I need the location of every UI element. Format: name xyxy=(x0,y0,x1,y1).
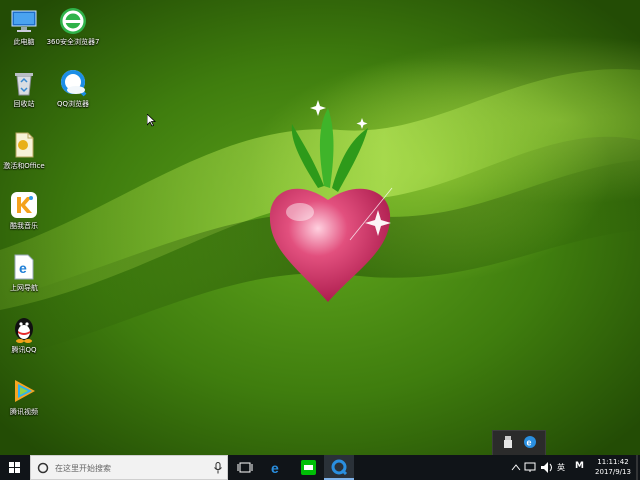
desktop-icon-qqbrowser[interactable]: QQ浏览器 xyxy=(44,68,102,109)
network-icon[interactable] xyxy=(524,455,536,480)
taskbar-edge[interactable]: e xyxy=(262,455,292,480)
taskbar-qq-browser[interactable] xyxy=(324,455,354,480)
desktop-icon-360browser[interactable]: 360安全浏览器7 xyxy=(44,6,102,47)
task-view-button[interactable] xyxy=(230,455,260,480)
svg-text:e: e xyxy=(19,260,27,276)
kuwo-music-icon xyxy=(11,192,37,218)
qq-browser-icon xyxy=(61,70,87,97)
desktop-icon-video[interactable]: 腾讯视频 xyxy=(0,376,53,417)
mouse-cursor-icon xyxy=(147,114,156,127)
start-button[interactable] xyxy=(0,455,30,480)
microphone-icon[interactable] xyxy=(213,462,223,474)
taskbar-search-box[interactable]: 在这里开始搜索 xyxy=(30,455,228,480)
volume-icon[interactable] xyxy=(540,455,554,480)
desktop-icon-label: 腾讯QQ xyxy=(11,346,37,354)
desktop-icon-label: 腾讯视频 xyxy=(10,408,38,416)
clock-time: 11:11:42 xyxy=(597,458,629,466)
tray-overflow-popup: e xyxy=(492,430,546,455)
desktop-icon-label: QQ浏览器 xyxy=(56,100,90,108)
desktop-icon-kuwo[interactable]: 酷我音乐 xyxy=(0,190,53,231)
desktop-icon-ie[interactable]: e 上网导航 xyxy=(0,252,53,293)
360-browser-icon xyxy=(60,8,86,34)
taskbar-clock[interactable]: 11:11:42 2017/9/13 xyxy=(591,457,635,477)
taskbar-iqiyi[interactable] xyxy=(293,455,323,480)
computer-icon xyxy=(11,10,37,32)
taskbar: 在这里开始搜索 e 英 M 11:11:42 2017/9/13 xyxy=(0,455,640,480)
svg-text:e: e xyxy=(527,438,532,448)
desktop-icon-qq[interactable]: 腾讯QQ xyxy=(0,314,53,355)
show-hidden-icons-chevron-icon[interactable] xyxy=(510,455,522,480)
radish-heart xyxy=(269,188,391,302)
search-placeholder: 在这里开始搜索 xyxy=(55,464,111,473)
ime-indicator[interactable]: M xyxy=(575,461,584,471)
tencent-video-icon xyxy=(15,380,35,402)
desktop: 此电脑 360安全浏览器7 回收站 QQ浏览器 激活和Office 酷我音乐 e… xyxy=(0,0,640,455)
svg-text:e: e xyxy=(271,460,279,476)
windows-logo-icon xyxy=(9,462,20,473)
clock-date: 2017/9/13 xyxy=(595,468,631,476)
browser-tray-icon[interactable]: e xyxy=(523,435,537,449)
recycle-bin-icon xyxy=(15,73,33,96)
iqiyi-icon xyxy=(301,460,316,475)
desktop-icon-office[interactable]: 激活和Office xyxy=(0,130,53,171)
qq-penguin-icon xyxy=(15,318,33,343)
input-language-indicator[interactable]: 英 xyxy=(557,462,565,473)
desktop-icon-label: 上网导航 xyxy=(10,284,38,292)
cortana-icon xyxy=(37,462,49,474)
show-desktop-button[interactable] xyxy=(636,455,640,480)
edge-icon: e xyxy=(271,460,279,476)
usb-device-icon[interactable] xyxy=(501,435,515,449)
ie-browser-icon: e xyxy=(14,254,34,280)
qq-browser-icon xyxy=(331,459,348,476)
desktop-icon-label: 360安全浏览器7 xyxy=(46,38,100,46)
desktop-icon-label: 酷我音乐 xyxy=(10,222,38,230)
task-view-icon xyxy=(237,462,253,473)
desktop-icon-label: 激活和Office xyxy=(3,162,45,170)
office-file-icon xyxy=(15,132,34,158)
